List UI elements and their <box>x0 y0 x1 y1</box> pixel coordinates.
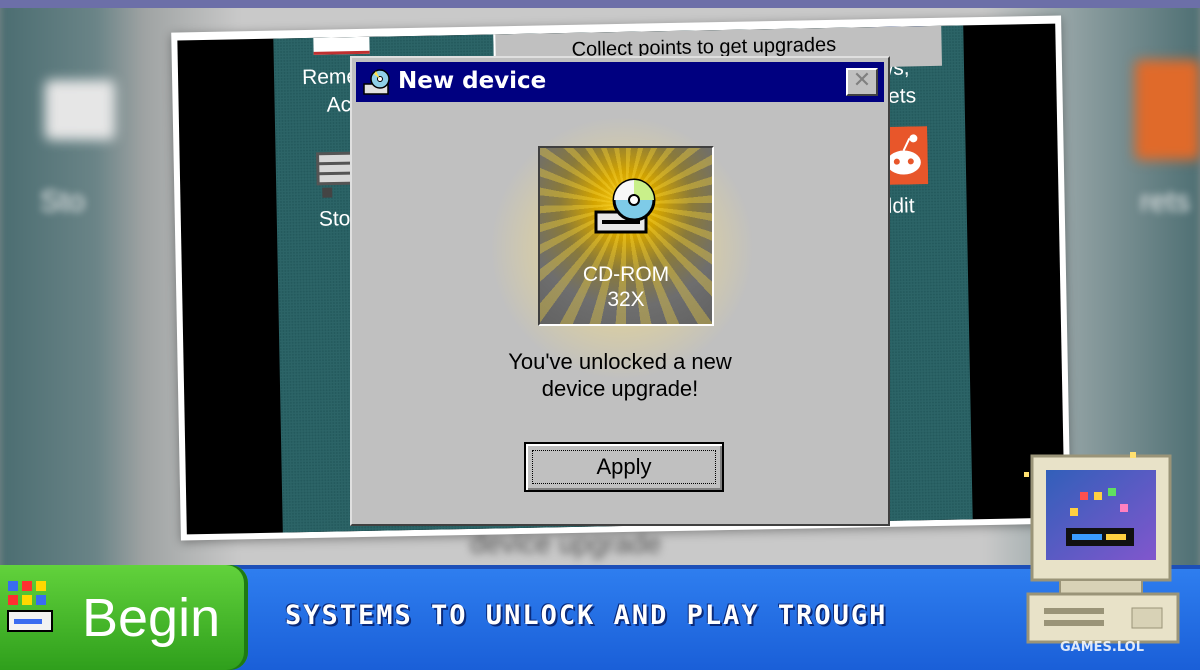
cd-drive-icon <box>363 69 390 95</box>
watermark: GAMES.LOL <box>1060 640 1145 655</box>
remote-access-icon[interactable] <box>313 36 370 55</box>
windows-logo-icon <box>7 581 53 632</box>
blurred-store-icon <box>45 80 115 140</box>
dialog-titlebar[interactable]: New device ✕ <box>356 62 884 102</box>
desktop-icon-label-store: Sto <box>318 207 351 231</box>
unlock-message-line1: You've unlocked a new <box>508 349 732 374</box>
new-device-dialog: New device ✕ CD-ROM 32X You've unlocked … <box>350 56 890 526</box>
desktop-icon-label-access: Ac <box>326 93 352 117</box>
dialog-title: New device <box>398 68 547 94</box>
device-name: CD-ROM 32X <box>540 262 712 312</box>
cd-rom-icon <box>594 178 656 234</box>
tagline: SYSTEMS TO UNLOCK AND PLAY TROUGH <box>285 600 888 631</box>
device-name-line2: 32X <box>607 288 645 311</box>
device-card: CD-ROM 32X <box>538 146 714 326</box>
begin-label: Begin <box>82 588 221 648</box>
unlock-message-line2: device upgrade! <box>541 376 699 401</box>
apply-button[interactable]: Apply <box>524 442 724 492</box>
begin-button[interactable]: Begin <box>0 565 248 670</box>
retro-computer-icon <box>1024 452 1180 644</box>
close-button[interactable]: ✕ <box>846 68 878 96</box>
apply-button-label: Apply <box>596 454 652 479</box>
blurred-label-left: Sto <box>40 185 86 218</box>
device-name-line1: CD-ROM <box>582 263 670 286</box>
blurred-top-bar <box>0 0 1200 8</box>
blurred-reddit-icon <box>1135 60 1200 160</box>
unlock-message: You've unlocked a new device upgrade! <box>352 348 888 402</box>
blurred-label-right: rets <box>1140 185 1191 218</box>
